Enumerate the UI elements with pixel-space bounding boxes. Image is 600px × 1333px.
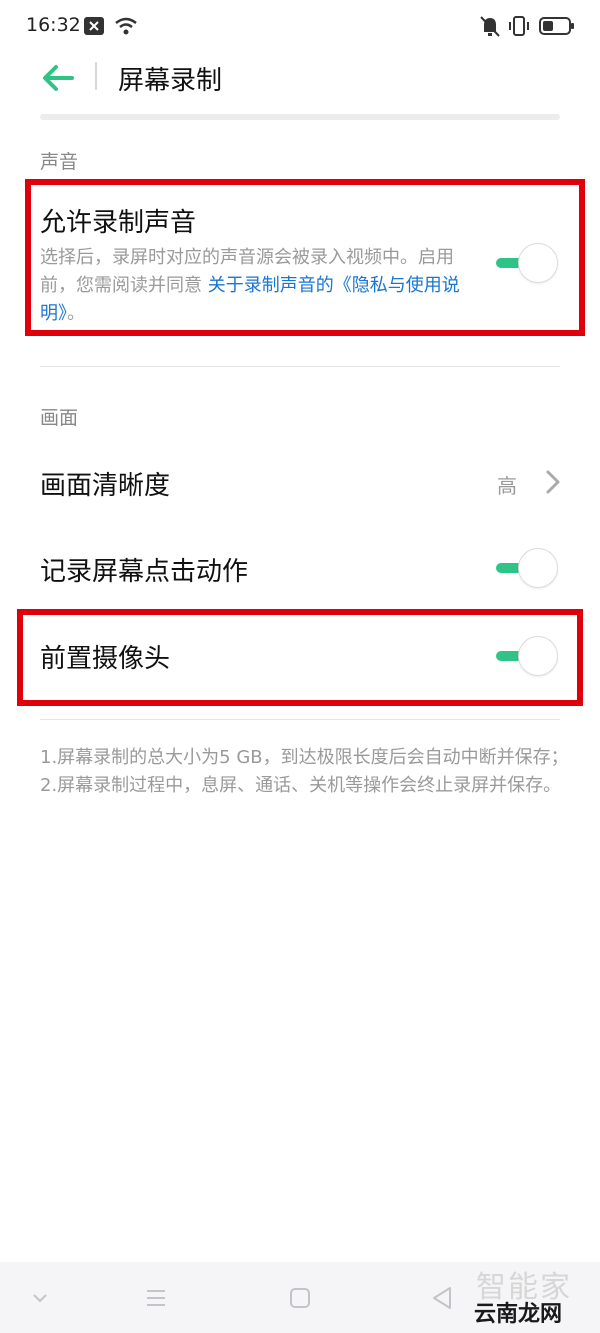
front-camera-toggle[interactable] [496,636,560,676]
back-arrow-icon [43,65,74,91]
section-label-audio: 声音 [40,151,79,173]
section-divider [40,366,560,367]
notification-close-icon [84,17,104,35]
back-triangle-icon [433,1287,451,1309]
back-button[interactable] [38,58,78,98]
clarity-value[interactable]: 高 [497,470,517,499]
status-icons-right [478,14,578,44]
page-title: 屏幕录制 [118,66,223,96]
chevron-down-icon [33,1294,47,1303]
note-line-2: 2.屏幕录制过程中，息屏、通话、关机等操作会终止录屏并保存。 [40,775,562,796]
header-scroll-rule [40,114,560,120]
nav-menu-button[interactable] [138,1280,174,1316]
allow-record-audio-toggle[interactable] [496,243,560,283]
note-line-1: 1.屏幕录制的总大小为5 GB，到达极限长度后会自动中断并保存； [40,747,569,768]
section-divider [40,719,560,720]
front-camera-title: 前置摄像头 [40,644,171,674]
clarity-title[interactable]: 画面清晰度 [40,465,170,502]
allow-record-audio-description: 选择后，录屏时对应的声音源会被录入视频中。启用前，您需阅读并同意 关于录制声音的… [40,247,460,324]
recording-notes: 1.屏幕录制的总大小为5 GB，到达极限长度后会自动中断并保存； 2.屏幕录制过… [40,744,570,800]
status-icons-left [84,15,144,43]
chevron-right-icon[interactable] [543,467,563,497]
nav-collapse-button[interactable] [22,1280,58,1316]
battery-icon [539,17,574,35]
record-taps-toggle[interactable] [496,548,560,588]
status-time: 16:32 [26,14,81,36]
watermark: 云南龙网 [473,1302,562,1327]
allow-record-audio-title: 允许录制声音 [40,208,197,238]
nav-home-button[interactable] [282,1280,318,1316]
mute-bell-icon [480,16,500,37]
wifi-icon [115,17,137,35]
header-divider [95,62,97,90]
nav-back-button[interactable] [424,1280,460,1316]
record-taps-title: 记录屏幕点击动作 [40,557,249,587]
vibrate-icon [509,16,529,36]
home-square-icon [290,1288,310,1308]
section-label-video: 画面 [40,407,79,429]
menu-icon [147,1290,165,1306]
